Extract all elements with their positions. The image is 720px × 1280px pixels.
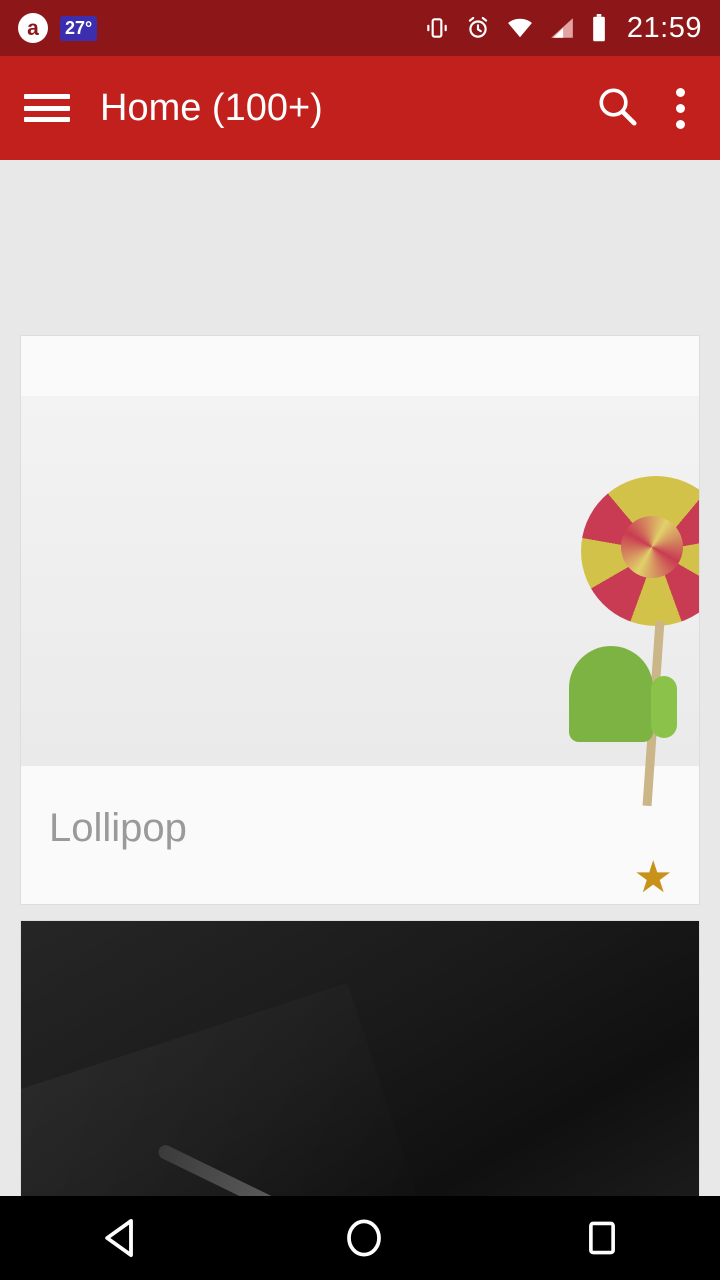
android-mascot-body — [569, 646, 653, 742]
hamburger-menu-icon[interactable] — [24, 91, 70, 125]
page-title: Home (100+) — [100, 86, 323, 129]
lollipop-candy-core — [621, 516, 683, 578]
hamburger-bar — [24, 117, 70, 122]
status-bar-system-icons: 21:59 — [424, 12, 702, 45]
weather-temperature-badge: 27° — [60, 15, 98, 41]
search-icon[interactable] — [594, 83, 640, 134]
clock-time: 21:59 — [626, 11, 702, 44]
background-app-content: Lollipop a era ★ o! — [0, 0, 720, 1280]
vibrate-icon — [424, 15, 450, 41]
app-bar-actions — [594, 83, 696, 134]
phone-screen: Lollipop a era ★ o! a 27° — [0, 0, 720, 1280]
background-card-lollipop[interactable]: Lollipop a era ★ — [20, 335, 700, 905]
hamburger-bar — [24, 94, 70, 99]
back-triangle-icon[interactable] — [95, 1211, 149, 1265]
star-icon[interactable]: ★ — [634, 856, 673, 900]
cellular-signal-icon — [549, 15, 575, 41]
recents-square-icon[interactable] — [579, 1215, 625, 1261]
hamburger-bar — [24, 105, 70, 111]
status-bar: a 27° 21:59 — [0, 0, 720, 56]
overflow-menu-icon[interactable] — [670, 87, 696, 129]
lollipop-image — [21, 396, 699, 807]
alarm-icon — [465, 15, 491, 41]
app-notification-icon: a — [18, 13, 48, 43]
battery-icon — [590, 14, 608, 42]
system-navigation-bar — [0, 1196, 720, 1280]
overflow-dot — [675, 119, 685, 129]
overflow-dot — [675, 103, 685, 113]
android-mascot-arm — [651, 676, 677, 738]
overflow-dot — [675, 87, 685, 97]
wifi-icon — [506, 15, 534, 41]
home-circle-icon[interactable] — [339, 1213, 389, 1263]
app-bar: Home (100+) — [0, 56, 720, 160]
status-bar-notifications: a 27° — [18, 13, 98, 43]
background-card-1-title: Lollipop — [49, 806, 187, 850]
